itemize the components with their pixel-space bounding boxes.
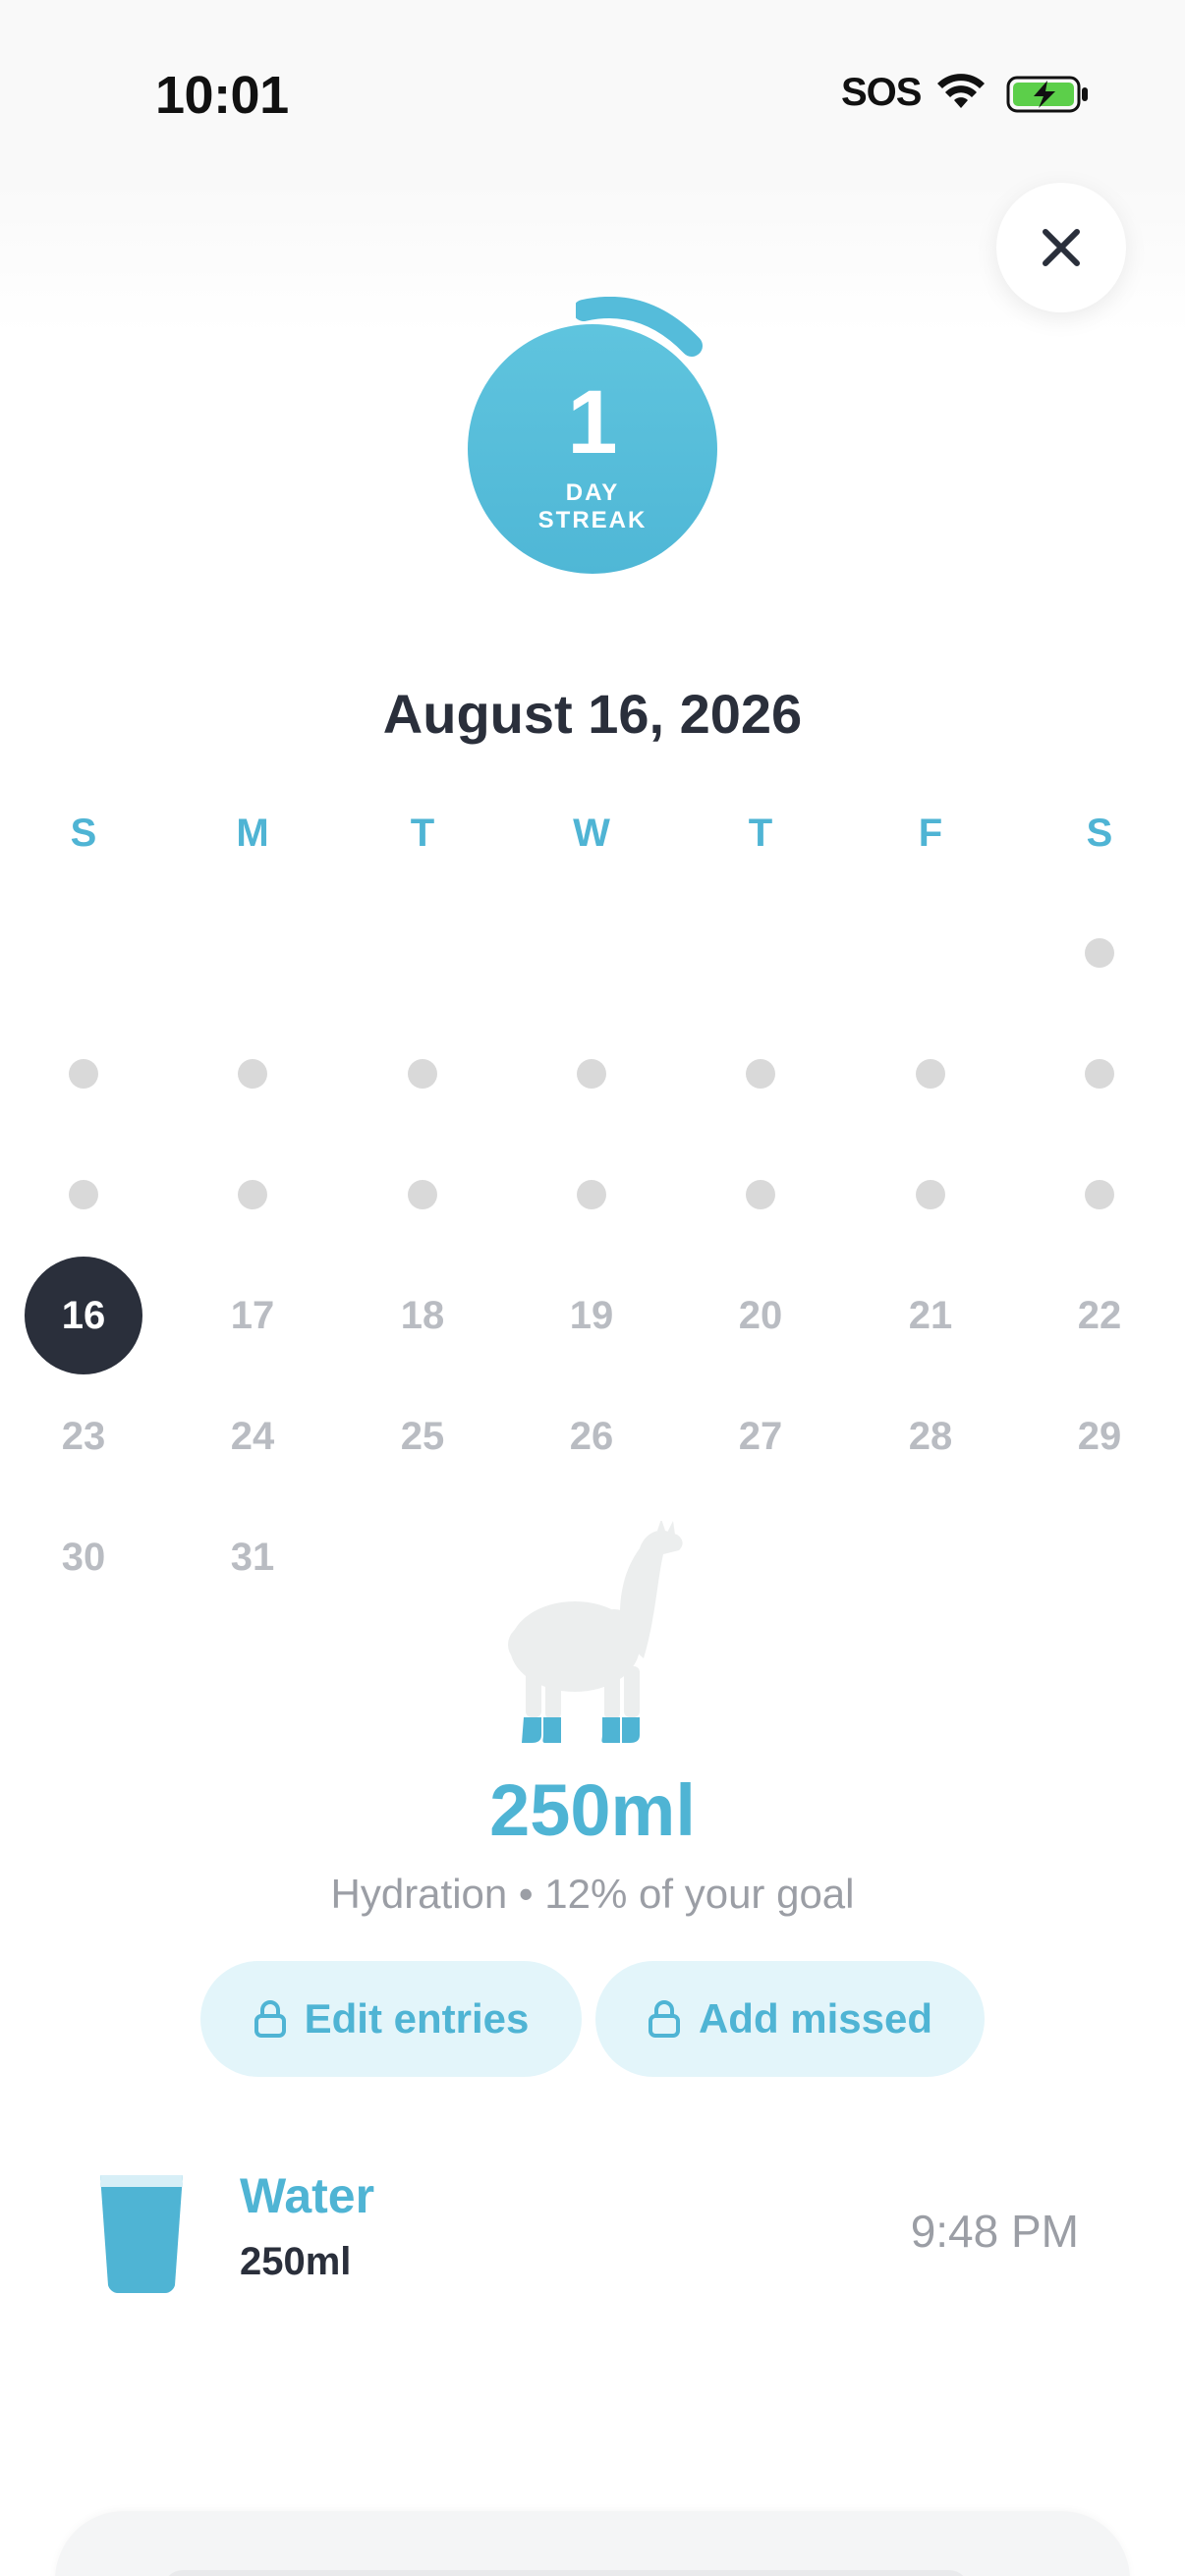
selected-day: 16 bbox=[25, 1257, 142, 1374]
calendar-day-past[interactable] bbox=[867, 1150, 994, 1239]
calendar-day[interactable]: 17 bbox=[189, 1271, 316, 1360]
missed-day-dot bbox=[69, 1059, 98, 1089]
calendar-day[interactable]: 22 bbox=[1036, 1271, 1163, 1360]
missed-day-dot bbox=[577, 1059, 606, 1089]
water-cup-icon bbox=[100, 2175, 183, 2293]
lock-icon bbox=[648, 2000, 680, 2038]
edit-entries-button[interactable]: Edit entries bbox=[200, 1961, 582, 2077]
missed-day-dot bbox=[408, 1059, 437, 1089]
calendar-day-past[interactable] bbox=[189, 1150, 316, 1239]
calendar-week-3 bbox=[0, 1150, 1185, 1239]
missed-day-dot bbox=[1085, 1180, 1114, 1209]
calendar-day-past[interactable] bbox=[528, 1150, 655, 1239]
missed-day-dot bbox=[746, 1180, 775, 1209]
hydration-total: 250ml bbox=[489, 1769, 696, 1851]
calendar-day[interactable]: 25 bbox=[359, 1392, 486, 1481]
missed-day-dot bbox=[408, 1180, 437, 1209]
llama-mascot-icon bbox=[508, 1521, 683, 1743]
missed-day-dot bbox=[1085, 1059, 1114, 1089]
bottom-sheet[interactable] bbox=[55, 2511, 1130, 2576]
weekday-sat: S bbox=[1086, 811, 1113, 855]
calendar-day-past[interactable] bbox=[20, 1030, 147, 1118]
calendar-day[interactable]: 30 bbox=[20, 1513, 147, 1601]
calendar-day-past[interactable] bbox=[189, 1030, 316, 1118]
calendar-week-1 bbox=[0, 909, 1185, 997]
lock-icon bbox=[254, 2000, 286, 2038]
calendar-day-past[interactable] bbox=[1036, 1150, 1163, 1239]
missed-day-dot bbox=[1085, 938, 1114, 968]
weekday-thu: T bbox=[748, 811, 773, 855]
streak-badge: 1 DAY STREAK bbox=[468, 324, 717, 574]
weekday-mon: M bbox=[236, 811, 269, 855]
screen: 10:01 SOS 1 DAY STREAK August 16, 2026 S… bbox=[0, 0, 1185, 2576]
close-icon bbox=[1043, 229, 1080, 266]
missed-day-dot bbox=[238, 1180, 267, 1209]
close-button[interactable] bbox=[996, 183, 1126, 312]
calendar-day-past[interactable] bbox=[528, 1030, 655, 1118]
calendar-day[interactable]: 28 bbox=[867, 1392, 994, 1481]
missed-day-dot bbox=[69, 1180, 98, 1209]
calendar-day[interactable]: 31 bbox=[189, 1513, 316, 1601]
weekday-tue: T bbox=[410, 811, 435, 855]
calendar-day-past[interactable] bbox=[697, 1030, 824, 1118]
bottom-sheet-field bbox=[163, 2570, 969, 2576]
missed-day-dot bbox=[577, 1180, 606, 1209]
missed-day-dot bbox=[916, 1059, 945, 1089]
streak-label-line1: DAY bbox=[565, 479, 620, 507]
calendar-day[interactable]: 20 bbox=[697, 1271, 824, 1360]
calendar-day[interactable]: 26 bbox=[528, 1392, 655, 1481]
calendar-day[interactable]: 23 bbox=[20, 1392, 147, 1481]
calendar-week-5: 23 24 25 26 27 28 29 bbox=[0, 1392, 1185, 1481]
calendar-day[interactable]: 29 bbox=[1036, 1392, 1163, 1481]
calendar-weekdays: S M T W T F S bbox=[0, 789, 1185, 877]
missed-day-dot bbox=[238, 1059, 267, 1089]
calendar-day-past[interactable] bbox=[697, 1150, 824, 1239]
add-missed-button[interactable]: Add missed bbox=[595, 1961, 985, 2077]
weekday-sun: S bbox=[70, 811, 97, 855]
status-carrier: SOS bbox=[841, 71, 922, 114]
calendar-day-past[interactable] bbox=[1036, 1030, 1163, 1118]
calendar-week-2 bbox=[0, 1030, 1185, 1118]
calendar-day[interactable]: 18 bbox=[359, 1271, 486, 1360]
streak-label-line2: STREAK bbox=[537, 507, 648, 533]
calendar-title: August 16, 2026 bbox=[382, 683, 803, 745]
entry-time: 9:48 PM bbox=[910, 2206, 1079, 2257]
calendar-week-4: 16 17 18 19 20 21 22 bbox=[0, 1257, 1185, 1374]
calendar-day[interactable]: 27 bbox=[697, 1392, 824, 1481]
missed-day-dot bbox=[916, 1180, 945, 1209]
calendar-day-past[interactable] bbox=[359, 1150, 486, 1239]
entry-name: Water bbox=[240, 2168, 375, 2223]
calendar-day-past[interactable] bbox=[1036, 909, 1163, 997]
calendar-day[interactable]: 21 bbox=[867, 1271, 994, 1360]
edit-entries-label: Edit entries bbox=[304, 1995, 530, 2042]
wifi-icon bbox=[937, 74, 985, 108]
streak-label: DAY STREAK bbox=[538, 479, 648, 533]
calendar-day-past[interactable] bbox=[867, 1030, 994, 1118]
weekday-fri: F bbox=[918, 811, 943, 855]
status-time: 10:01 bbox=[155, 66, 289, 125]
battery-charging-icon bbox=[1006, 76, 1088, 113]
hydration-summary: Hydration • 12% of your goal bbox=[330, 1871, 855, 1917]
add-missed-label: Add missed bbox=[698, 1995, 933, 2042]
entry-amount: 250ml bbox=[240, 2240, 352, 2283]
streak-count: 1 bbox=[567, 372, 618, 474]
missed-day-dot bbox=[746, 1059, 775, 1089]
calendar-day-selected[interactable]: 16 bbox=[20, 1257, 147, 1374]
weekday-wed: W bbox=[573, 811, 610, 855]
calendar-day[interactable]: 24 bbox=[189, 1392, 316, 1481]
calendar-day[interactable]: 19 bbox=[528, 1271, 655, 1360]
calendar-day-past[interactable] bbox=[359, 1030, 486, 1118]
calendar-day-past[interactable] bbox=[20, 1150, 147, 1239]
